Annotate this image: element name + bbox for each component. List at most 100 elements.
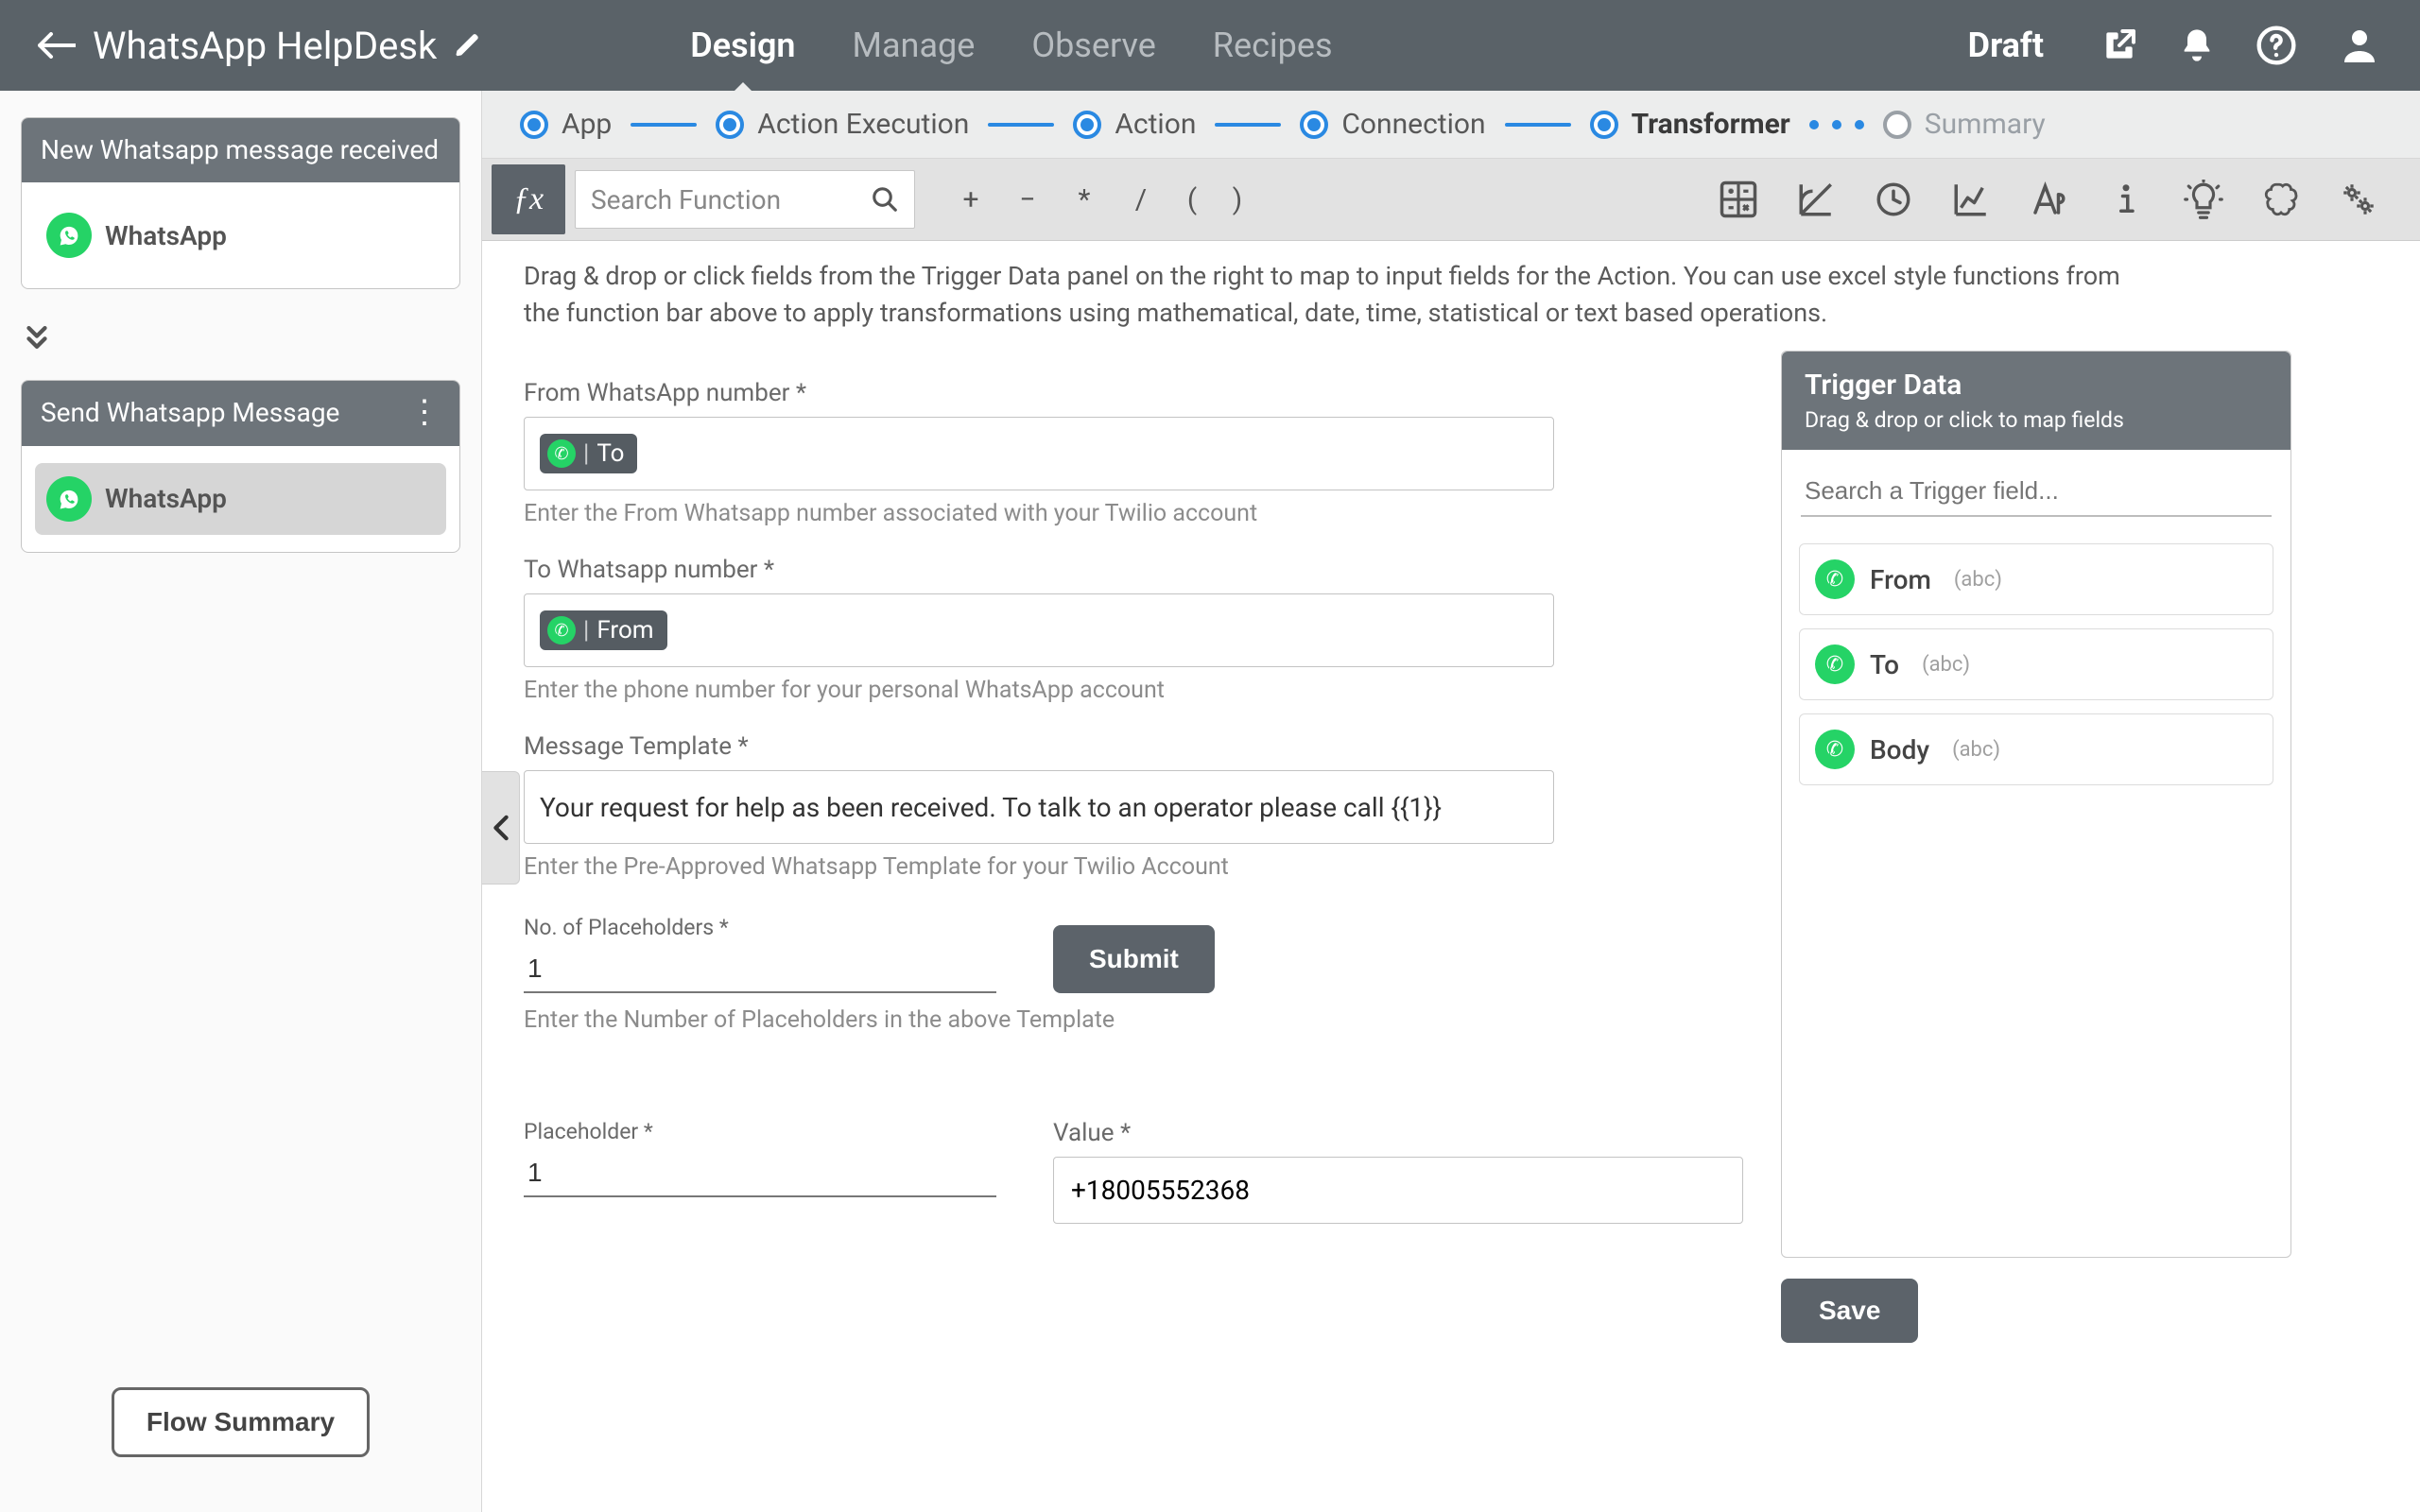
whatsapp-icon: ✆ [1815, 559, 1855, 599]
placeholder-count-input[interactable] [524, 946, 996, 993]
step-action-execution[interactable]: Action Execution [716, 108, 969, 141]
whatsapp-icon: ✆ [1815, 730, 1855, 769]
message-template-field: Message Template * Your request for help… [524, 732, 1734, 881]
placeholder-count-field: No. of Placeholders * [524, 915, 996, 993]
field-label: Message Template * [524, 732, 1734, 761]
back-arrow-icon[interactable] [38, 32, 76, 59]
to-number-input[interactable]: ✆|From [524, 593, 1554, 667]
submit-button[interactable]: Submit [1053, 925, 1215, 993]
text-category-icon[interactable] [2029, 180, 2068, 219]
action-card-menu-icon[interactable]: ⋮ [399, 396, 441, 428]
field-label: No. of Placeholders * [524, 915, 996, 940]
stats-category-icon[interactable] [1951, 180, 1991, 219]
open-external-icon[interactable] [2100, 26, 2138, 64]
transformer-form: From WhatsApp number * ✆|To Enter the Fr… [524, 351, 1734, 1343]
trigger-data-subtitle: Drag & drop or click to map fields [1805, 407, 2268, 433]
step-transformer[interactable]: Transformer [1590, 108, 1790, 141]
time-category-icon[interactable] [1874, 180, 1913, 219]
trigger-field-type: (abc) [1922, 653, 1970, 677]
value-text: +18005552368 [1071, 1175, 1250, 1206]
whatsapp-icon: ✆ [547, 439, 576, 468]
save-button[interactable]: Save [1781, 1279, 1918, 1343]
action-card[interactable]: Send Whatsapp Message ⋮ WhatsApp [21, 380, 460, 552]
trigger-field-to[interactable]: ✆ To (abc) [1799, 628, 2273, 700]
transformer-description: Drag & drop or click fields from the Tri… [482, 241, 2203, 341]
trigger-field-from[interactable]: ✆ From (abc) [1799, 543, 2273, 615]
trigger-card[interactable]: New Whatsapp message received WhatsApp [21, 117, 460, 289]
profile-icon[interactable] [2337, 23, 2382, 68]
operator-open-paren[interactable]: ( [1182, 183, 1202, 216]
math-category-icon[interactable] [1719, 180, 1758, 219]
topnav-design[interactable]: Design [690, 3, 795, 88]
step-connection[interactable]: Connection [1300, 108, 1485, 141]
function-search-input[interactable]: Search Function [575, 170, 915, 229]
info-category-icon[interactable] [2106, 180, 2146, 219]
action-card-title: Send Whatsapp Message [41, 396, 339, 430]
whatsapp-icon [46, 476, 92, 522]
trigger-app-row[interactable]: WhatsApp [35, 199, 446, 271]
top-nav: Design Manage Observe Recipes [690, 3, 1332, 88]
trigger-field-list: ✆ From (abc) ✆ To (abc) ✆ Body (abc) [1782, 524, 2290, 804]
from-number-input[interactable]: ✆|To [524, 417, 1554, 490]
to-number-field: To Whatsapp number * ✆|From Enter the ph… [524, 556, 1734, 704]
gears-category-icon[interactable] [2339, 180, 2378, 219]
brain-category-icon[interactable] [2261, 180, 2301, 219]
whatsapp-icon [46, 213, 92, 258]
chip-text: From [596, 616, 653, 644]
flow-summary-button[interactable]: Flow Summary [112, 1387, 370, 1457]
step-action[interactable]: Action [1073, 108, 1196, 141]
help-icon[interactable] [2256, 25, 2297, 66]
fx-icon[interactable]: ƒx [492, 164, 565, 234]
trigger-field-body[interactable]: ✆ Body (abc) [1799, 713, 2273, 785]
action-app-label: WhatsApp [105, 483, 227, 514]
message-template-input[interactable]: Your request for help as been received. … [524, 770, 1554, 844]
trigger-search-input[interactable] [1801, 467, 2272, 517]
operator-multiply[interactable]: * [1068, 183, 1100, 216]
edit-title-icon[interactable] [454, 31, 482, 60]
topbar: WhatsApp HelpDesk Design Manage Observe … [0, 0, 2420, 91]
from-number-field: From WhatsApp number * ✆|To Enter the Fr… [524, 379, 1734, 527]
trigger-field-name: To [1870, 649, 1899, 680]
step-label: App [562, 108, 612, 141]
flow-connector-icon [21, 321, 460, 353]
step-connector [1505, 123, 1571, 127]
function-category-icons [1719, 180, 2420, 219]
step-label: Connection [1341, 108, 1485, 141]
topnav-observe[interactable]: Observe [1031, 3, 1155, 88]
geometry-category-icon[interactable] [1796, 180, 1836, 219]
operator-close-paren[interactable]: ) [1227, 183, 1248, 216]
mapped-chip-from[interactable]: ✆|From [540, 610, 667, 650]
topnav-manage[interactable]: Manage [853, 3, 976, 88]
placeholder-value-input[interactable]: +18005552368 [1053, 1157, 1743, 1224]
left-sidebar: New Whatsapp message received WhatsApp S… [0, 91, 482, 1512]
main-panel: App Action Execution Action Connection T… [482, 91, 2420, 1512]
step-app[interactable]: App [520, 108, 612, 141]
placeholder-index-input[interactable] [524, 1150, 996, 1197]
trigger-field-type: (abc) [1952, 738, 2000, 762]
operator-divide[interactable]: / [1125, 183, 1157, 216]
step-summary[interactable]: Summary [1883, 108, 2046, 141]
idea-category-icon[interactable] [2184, 180, 2223, 219]
trigger-app-label: WhatsApp [105, 220, 227, 251]
trigger-data-title: Trigger Data [1805, 369, 2268, 402]
template-text: Your request for help as been received. … [540, 792, 1442, 823]
topnav-recipes[interactable]: Recipes [1213, 3, 1333, 88]
step-connector [1215, 123, 1281, 127]
field-hint: Enter the From Whatsapp number associate… [524, 500, 1734, 527]
step-label: Summary [1925, 108, 2046, 141]
mapped-chip-to[interactable]: ✆|To [540, 434, 637, 473]
search-icon [871, 185, 899, 214]
collapse-sidebar-handle[interactable] [482, 771, 520, 885]
step-label: Action Execution [757, 108, 969, 141]
whatsapp-icon: ✆ [1815, 644, 1855, 684]
bell-icon[interactable] [2178, 26, 2216, 64]
app-title: WhatsApp HelpDesk [93, 24, 437, 68]
step-tabs: App Action Execution Action Connection T… [482, 91, 2420, 159]
operator-minus[interactable]: − [1011, 183, 1044, 216]
operator-plus[interactable]: + [955, 183, 987, 216]
topbar-actions [2100, 23, 2382, 68]
placeholder-index-field: Placeholder * [524, 1119, 996, 1197]
field-label: From WhatsApp number * [524, 379, 1734, 407]
field-label: Placeholder * [524, 1119, 996, 1144]
action-app-row[interactable]: WhatsApp [35, 463, 446, 535]
